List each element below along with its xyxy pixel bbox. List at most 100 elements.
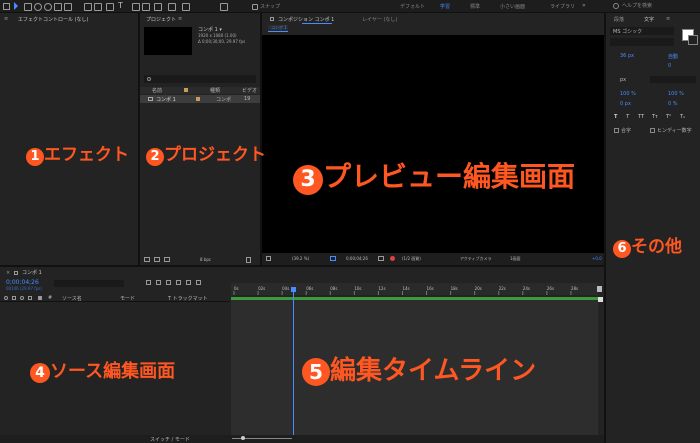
all-caps-button[interactable]: TT xyxy=(638,114,644,120)
new-comp-icon[interactable] xyxy=(164,257,170,262)
timecode[interactable]: 0;00;04;26 xyxy=(346,256,368,261)
column-type[interactable]: 種類 xyxy=(210,87,220,94)
ligature-checkbox[interactable] xyxy=(614,128,619,133)
mask-rect-tool-icon[interactable] xyxy=(84,3,92,11)
view-layout[interactable]: 1画面 xyxy=(510,256,521,262)
shy-icon[interactable] xyxy=(156,280,161,285)
interpret-footage-icon[interactable] xyxy=(144,257,150,262)
column-video[interactable]: ビデオ xyxy=(242,87,257,94)
selection-tool-icon[interactable] xyxy=(14,2,18,10)
col-track-matte[interactable]: T トラックマット xyxy=(168,295,208,302)
snap-checkbox[interactable] xyxy=(252,4,258,10)
render-queue-icon[interactable] xyxy=(14,271,18,275)
faux-bold-button[interactable]: T xyxy=(614,114,617,120)
zoom-slider-handle[interactable] xyxy=(241,436,245,440)
effect-controls-tab[interactable]: エフェクトコントロール (なし) xyxy=(18,16,89,23)
sub-tab[interactable]: コンポ 1 xyxy=(268,25,288,32)
layer-tab[interactable]: レイヤー (なし) xyxy=(362,16,397,23)
panel-menu-icon[interactable]: ≡ xyxy=(666,16,670,22)
project-row[interactable]: コンポ 1 コンポ 19 xyxy=(140,95,260,103)
workspace-standard[interactable]: 標準 xyxy=(470,3,480,10)
resolution[interactable]: (1/2 画質) xyxy=(402,256,421,262)
preview-viewer[interactable] xyxy=(262,35,604,253)
timeline-timecode[interactable]: 0;00;04;26 xyxy=(6,279,39,286)
timeline-tab[interactable]: コンポ 1 xyxy=(22,269,42,276)
eraser-tool-icon[interactable] xyxy=(154,3,162,11)
time-ruler[interactable]: 0s 02s 04s 06s 08s 10s 12s 14s 16s 18s 20s 22s 24s 26… xyxy=(231,283,598,295)
zoom-tool-icon[interactable] xyxy=(34,3,42,11)
draft-3d-icon[interactable] xyxy=(146,280,151,285)
pen-tool-icon[interactable] xyxy=(106,3,114,11)
hand-tool-icon[interactable] xyxy=(24,3,32,11)
workspace-more-icon[interactable]: » xyxy=(582,2,586,9)
offset[interactable]: +0.0 xyxy=(592,256,602,261)
text-tool-icon[interactable]: T xyxy=(118,1,126,10)
visibility-icon[interactable] xyxy=(4,296,8,300)
tsume[interactable]: 0 % xyxy=(668,101,678,107)
workspace-default[interactable]: デフォルト xyxy=(400,3,425,10)
superscript-button[interactable]: T¹ xyxy=(666,114,671,120)
color-channel-icon[interactable] xyxy=(390,256,395,261)
align-icon[interactable] xyxy=(220,3,228,11)
project-search-field[interactable] xyxy=(144,75,256,83)
work-area-end-icon[interactable] xyxy=(597,286,602,292)
graph-editor-icon[interactable] xyxy=(186,280,191,285)
workspace-learn[interactable]: 学習 xyxy=(440,3,450,10)
column-name[interactable]: 名前 xyxy=(152,87,162,94)
motion-blur-icon[interactable] xyxy=(176,280,181,285)
pan-behind-tool-icon[interactable] xyxy=(64,3,72,11)
audio-icon[interactable] xyxy=(12,296,16,300)
new-folder-icon[interactable] xyxy=(154,257,160,262)
layer-search-field[interactable] xyxy=(54,280,124,287)
clone-tool-icon[interactable] xyxy=(142,3,150,11)
region-icon[interactable] xyxy=(330,256,336,261)
stroke-width-unit[interactable]: px xyxy=(620,77,626,83)
leading[interactable]: 自動 xyxy=(668,53,678,60)
baseline-shift[interactable]: 0 px xyxy=(620,101,631,107)
character-tab[interactable]: 文字 xyxy=(644,16,654,23)
tracking[interactable]: 0 xyxy=(668,63,671,69)
vertical-scale[interactable]: 100 % xyxy=(620,91,636,97)
panel-menu-icon[interactable]: ≡ xyxy=(4,16,8,22)
faux-italic-button[interactable]: T xyxy=(626,114,629,120)
snapshot-icon[interactable] xyxy=(378,256,384,261)
close-tab-icon[interactable]: × xyxy=(6,270,10,276)
zoom-level[interactable]: (39.2 %) xyxy=(292,256,309,261)
puppet-tool-icon[interactable] xyxy=(182,3,190,11)
label-column-icon[interactable] xyxy=(38,296,42,300)
playhead-line[interactable] xyxy=(292,290,294,435)
composition-tab[interactable]: コンポジション コンポ 1 xyxy=(278,16,334,23)
horizontal-scale[interactable]: 100 % xyxy=(668,91,684,97)
camera-view[interactable]: アクティブカメラ xyxy=(460,256,492,262)
subscript-button[interactable]: T₁ xyxy=(680,114,685,120)
shape-tool-icon[interactable] xyxy=(94,3,102,11)
always-preview-icon[interactable] xyxy=(266,256,271,261)
font-select[interactable]: MS ゴシック xyxy=(610,27,674,35)
paragraph-tab[interactable]: 段落 xyxy=(614,16,624,23)
work-area-bar[interactable] xyxy=(231,297,598,300)
stroke-style-select[interactable] xyxy=(650,76,696,83)
col-mode[interactable]: モード xyxy=(120,295,135,302)
camera-tool-icon[interactable] xyxy=(54,3,62,11)
col-source-name[interactable]: ソース名 xyxy=(62,295,82,302)
panel-menu-icon[interactable]: ≡ xyxy=(178,16,182,22)
roto-tool-icon[interactable] xyxy=(168,3,176,11)
switch-mode-toggle[interactable]: スイッチ / モード xyxy=(150,436,190,443)
solo-icon[interactable] xyxy=(20,296,24,300)
rotate-tool-icon[interactable] xyxy=(44,3,52,11)
stroke-color-swatch[interactable] xyxy=(688,35,698,45)
font-size[interactable]: 36 px xyxy=(620,53,634,59)
brush-tool-icon[interactable] xyxy=(132,3,140,11)
small-caps-button[interactable]: Tт xyxy=(652,114,658,120)
frame-blend-icon[interactable] xyxy=(166,280,171,285)
help-search-icon[interactable] xyxy=(613,3,619,9)
workspace-library[interactable]: ライブラリ xyxy=(550,3,575,10)
playhead-handle[interactable] xyxy=(290,287,296,292)
help-search-input[interactable]: ヘルプを検索 xyxy=(622,2,652,9)
lock-icon[interactable] xyxy=(270,17,274,21)
lock-icon[interactable] xyxy=(28,296,32,300)
camera-icon[interactable] xyxy=(196,280,201,285)
home-icon[interactable] xyxy=(3,3,10,10)
bpc-label[interactable]: 8 bpc xyxy=(200,257,211,262)
font-style-select[interactable] xyxy=(610,38,674,46)
